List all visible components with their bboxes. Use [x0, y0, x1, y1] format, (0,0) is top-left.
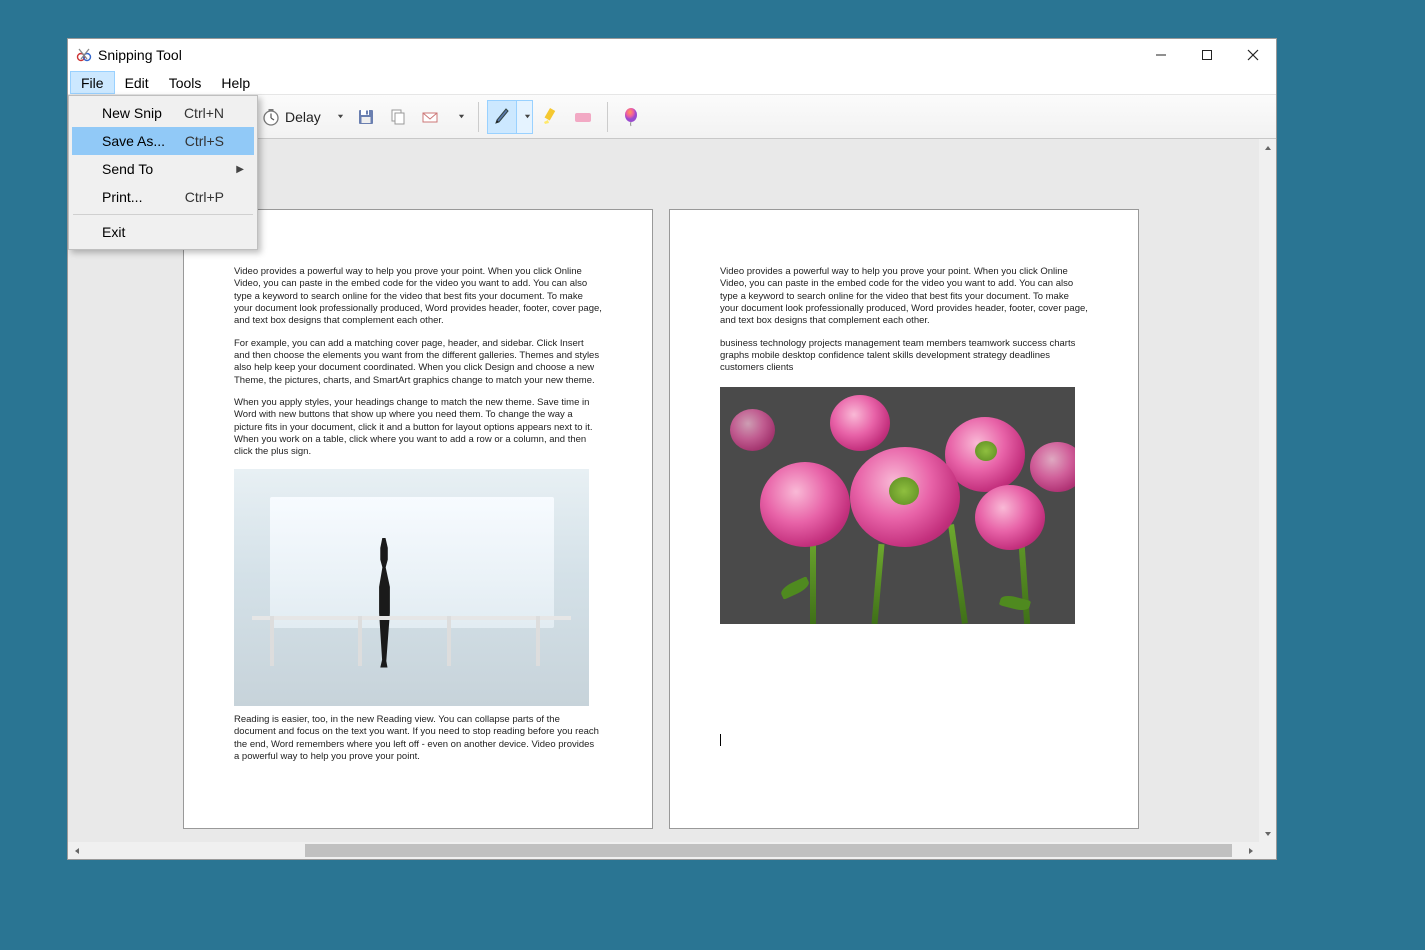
menu-item-label: New Snip	[102, 105, 162, 121]
image-flowers	[720, 387, 1075, 624]
page1-para2: For example, you can add a matching cove…	[234, 338, 602, 387]
chevron-down-icon	[458, 113, 465, 120]
page2-para2: business technology projects management …	[720, 338, 1088, 375]
menu-file[interactable]: File	[70, 71, 115, 94]
send-snip-button[interactable]	[415, 100, 445, 134]
file-menu-dropdown: New Snip Ctrl+N Save As... Ctrl+S Send T…	[68, 95, 258, 250]
paint3d-button[interactable]	[616, 100, 646, 134]
pen-dropdown[interactable]	[517, 100, 533, 134]
maximize-button[interactable]	[1184, 39, 1230, 71]
scroll-right-arrow[interactable]	[1242, 842, 1259, 859]
text-cursor	[720, 734, 721, 746]
copy-icon	[388, 107, 408, 127]
file-menu-print[interactable]: Print... Ctrl+P	[72, 183, 254, 211]
clock-icon	[261, 107, 281, 127]
menu-tools[interactable]: Tools	[159, 71, 212, 94]
toolbar-divider	[607, 102, 608, 132]
envelope-icon	[420, 107, 440, 127]
page1-para4: Reading is easier, too, in the new Readi…	[234, 714, 602, 763]
page-2: Video provides a powerful way to help yo…	[669, 209, 1139, 829]
scroll-horizontal-thumb[interactable]	[305, 844, 1232, 857]
vertical-scrollbar[interactable]	[1259, 139, 1276, 842]
file-menu-save-as[interactable]: Save As... Ctrl+S	[72, 127, 254, 155]
menu-item-label: Save As...	[102, 133, 165, 149]
page-1: Video provides a powerful way to help yo…	[183, 209, 653, 829]
floppy-icon	[356, 107, 376, 127]
menu-item-label: Print...	[102, 189, 142, 205]
file-menu-send-to[interactable]: Send To ▶	[72, 155, 254, 183]
menu-separator	[73, 214, 253, 215]
app-title: Snipping Tool	[98, 47, 182, 63]
image-office	[234, 469, 589, 706]
snipping-tool-icon	[76, 47, 92, 63]
menu-item-label: Exit	[102, 224, 125, 240]
submenu-arrow-icon: ▶	[236, 164, 244, 175]
page1-para3: When you apply styles, your headings cha…	[234, 397, 602, 459]
close-button[interactable]	[1230, 39, 1276, 71]
menu-item-shortcut: Ctrl+S	[185, 133, 224, 149]
horizontal-scrollbar[interactable]	[68, 842, 1259, 859]
menu-help[interactable]: Help	[211, 71, 260, 94]
pen-button[interactable]	[487, 100, 533, 134]
toolbar-divider	[478, 102, 479, 132]
menu-edit[interactable]: Edit	[115, 71, 159, 94]
scroll-down-arrow[interactable]	[1259, 825, 1276, 842]
page1-para1: Video provides a powerful way to help yo…	[234, 266, 602, 328]
delay-dropdown[interactable]	[326, 100, 349, 134]
window-controls	[1138, 39, 1276, 71]
balloon-icon	[621, 106, 641, 128]
scroll-left-arrow[interactable]	[68, 842, 85, 859]
highlighter-button[interactable]	[535, 100, 565, 134]
app-window: Snipping Tool File Edit Tools Help Delay	[67, 38, 1277, 860]
scroll-up-arrow[interactable]	[1259, 139, 1276, 156]
menu-item-label: Send To	[102, 161, 153, 177]
menu-item-shortcut: Ctrl+N	[184, 105, 224, 121]
highlighter-icon	[540, 106, 560, 128]
eraser-button[interactable]	[567, 100, 599, 134]
file-menu-exit[interactable]: Exit	[72, 218, 254, 246]
file-menu-new-snip[interactable]: New Snip Ctrl+N	[72, 99, 254, 127]
save-button[interactable]	[351, 100, 381, 134]
send-dropdown[interactable]	[447, 100, 470, 134]
scroll-corner	[1259, 842, 1276, 859]
minimize-button[interactable]	[1138, 39, 1184, 71]
copy-button[interactable]	[383, 100, 413, 134]
menu-item-shortcut: Ctrl+P	[185, 189, 224, 205]
eraser-icon	[572, 108, 594, 126]
delay-label: Delay	[285, 109, 321, 125]
chevron-down-icon	[337, 113, 344, 120]
chevron-down-icon	[524, 113, 531, 120]
titlebar: Snipping Tool	[68, 39, 1276, 71]
page2-para1: Video provides a powerful way to help yo…	[720, 266, 1088, 328]
delay-button[interactable]: Delay	[256, 100, 324, 134]
menubar: File Edit Tools Help	[68, 71, 1276, 95]
pen-icon	[492, 106, 512, 128]
